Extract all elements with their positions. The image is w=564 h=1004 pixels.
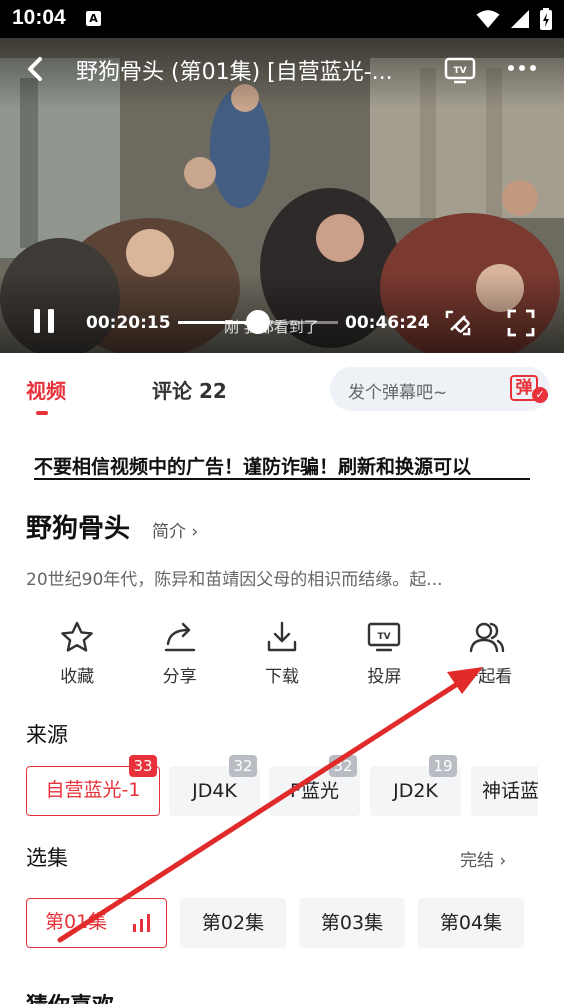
source-count-badge: 32 — [229, 755, 257, 777]
episodes-status-link[interactable]: 完结 › — [460, 846, 506, 871]
episode-item[interactable]: 第04集 — [418, 898, 524, 948]
tv-cast-icon[interactable]: TV — [444, 56, 476, 84]
svg-text:TV: TV — [453, 66, 466, 76]
source-count-badge: 33 — [129, 755, 157, 777]
danmu-toggle-button[interactable]: 弹 ✓ — [510, 373, 548, 405]
favorite-button[interactable]: 收藏 — [26, 618, 128, 688]
more-icon[interactable] — [506, 58, 538, 78]
tab-comments[interactable]: 评论 22 — [152, 375, 227, 404]
current-time: 00:20:15 — [86, 313, 171, 333]
cast-button[interactable]: TV 投屏 — [333, 618, 435, 688]
danmu-placeholder: 发个弹幕吧~ — [348, 383, 448, 403]
source-heading: 来源 — [26, 723, 68, 747]
star-icon — [61, 621, 93, 652]
episode-list: 第01集 第02集 第03集 第04集 — [26, 898, 538, 948]
episodes-heading: 选集 — [26, 846, 68, 870]
notice-underline — [34, 478, 530, 480]
tab-video[interactable]: 视频 — [26, 375, 66, 404]
episode-item[interactable]: 第02集 — [180, 898, 286, 948]
cast-tv-icon: TV — [368, 622, 401, 652]
back-arrow-icon[interactable] — [24, 56, 46, 82]
source-item[interactable]: 神话蓝 — [471, 766, 538, 816]
source-count-badge: 32 — [329, 755, 357, 777]
playing-bars-icon — [133, 914, 150, 932]
show-description[interactable]: 20世纪90年代，陈异和苗靖因父母的相识而结缘。起... — [26, 565, 526, 590]
svg-text:TV: TV — [378, 632, 391, 642]
signal-icon — [511, 10, 529, 28]
video-player[interactable]: 野狗骨头 (第01集) [自营蓝光-... TV 00:20:15 刚 我都看到… — [0, 38, 564, 353]
download-button[interactable]: 下载 — [231, 618, 333, 688]
warning-notice: 不要相信视频中的广告！谨防诈骗！刷新和换源可以 — [34, 456, 472, 478]
episode-item[interactable]: 第01集 — [26, 898, 167, 948]
bottom-gradient — [0, 273, 564, 353]
cast-label: 投屏 — [367, 667, 402, 687]
watch-together-button[interactable]: 一起看 — [436, 618, 538, 688]
download-icon — [267, 621, 297, 652]
share-icon — [164, 622, 195, 652]
rotate-screen-icon[interactable] — [443, 308, 473, 338]
status-bar: 10:04 A — [0, 0, 564, 38]
episode-label: 第01集 — [45, 911, 108, 933]
source-count-badge: 19 — [429, 755, 457, 777]
status-time: 10:04 — [12, 6, 66, 29]
show-title: 野狗骨头 — [26, 514, 131, 544]
check-icon: ✓ — [532, 387, 548, 403]
fullscreen-icon[interactable] — [507, 309, 535, 337]
watch-together-label: 一起看 — [461, 667, 513, 687]
battery-icon — [540, 8, 552, 30]
danmu-overlay-text: 刚 我都看到了 — [224, 318, 319, 336]
users-icon — [469, 622, 504, 653]
share-button[interactable]: 分享 — [128, 618, 230, 688]
tab-indicator — [36, 411, 48, 415]
intro-link[interactable]: 简介 › — [152, 517, 198, 542]
tab-bar: 视频 评论 22 发个弹幕吧~ 弹 ✓ — [0, 353, 564, 423]
source-list[interactable]: 自营蓝光-1 JD4K F蓝光 JD2K 神话蓝 — [26, 766, 538, 816]
share-label: 分享 — [162, 667, 197, 687]
wifi-icon — [476, 10, 500, 28]
notification-icon: A — [86, 11, 101, 26]
total-time: 00:46:24 — [345, 313, 430, 333]
favorite-label: 收藏 — [60, 667, 95, 687]
episode-item[interactable]: 第03集 — [299, 898, 405, 948]
download-label: 下载 — [264, 667, 299, 687]
video-title: 野狗骨头 (第01集) [自营蓝光-... — [76, 60, 393, 85]
action-bar: 收藏 分享 下载 TV 投屏 一起看 — [26, 618, 538, 688]
pause-icon[interactable] — [32, 308, 56, 334]
recommend-heading: 猜你喜欢 — [26, 988, 114, 1004]
